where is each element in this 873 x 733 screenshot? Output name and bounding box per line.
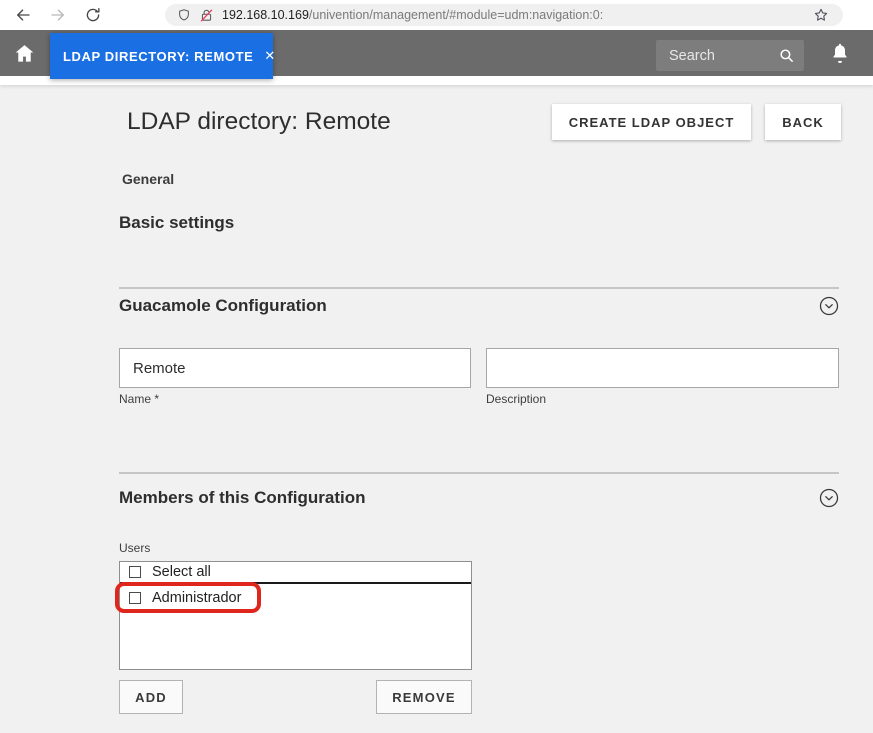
search-icon[interactable] [778,47,795,64]
module-page: LDAP directory: Remote CREATE LDAP OBJEC… [0,76,873,733]
name-field-label: Name * [119,392,159,406]
tab-label: LDAP DIRECTORY: REMOTE [63,49,253,64]
back-button[interactable]: BACK [765,104,841,140]
home-icon [13,42,36,65]
address-bar[interactable]: 192.168.10.169/univention/management/#mo… [165,4,843,26]
page-title: LDAP directory: Remote [127,108,391,136]
select-all-checkbox[interactable] [129,566,141,578]
tab-ldap-directory-remote[interactable]: LDAP DIRECTORY: REMOTE ✕ [50,33,273,79]
header-search [656,40,804,71]
list-item-label: Administrador [152,590,241,606]
administrador-checkbox[interactable] [129,592,141,604]
list-item-administrador[interactable]: Administrador [120,586,471,609]
select-all-row[interactable]: Select all [120,562,471,584]
description-field[interactable] [486,348,839,388]
tab-close-icon[interactable]: ✕ [264,48,275,64]
name-field[interactable] [119,348,471,388]
collapse-guacamole-chevron-icon[interactable] [818,295,840,317]
insecure-lock-icon[interactable] [199,8,214,23]
screen: 192.168.10.169/univention/management/#mo… [0,0,873,733]
section-divider [119,472,839,474]
umc-header: LDAP DIRECTORY: REMOTE ✕ [0,30,873,76]
add-button[interactable]: ADD [119,680,183,714]
tracking-shield-icon[interactable] [177,8,191,22]
tab-general[interactable]: General [122,171,174,187]
browser-reload-icon[interactable] [84,6,102,24]
create-ldap-object-button[interactable]: CREATE LDAP OBJECT [552,104,751,140]
users-label: Users [119,541,150,555]
description-field-label: Description [486,392,546,406]
search-input[interactable] [669,40,769,71]
url-text: 192.168.10.169/univention/management/#mo… [222,8,603,22]
guacamole-configuration-heading: Guacamole Configuration [119,296,327,316]
url-path: /univention/management/#module=udm:navig… [309,8,603,22]
users-multiselect: Select all Administrador [119,561,472,670]
home-button[interactable] [0,30,49,76]
bookmark-star-icon[interactable] [813,7,829,23]
browser-forward-icon[interactable] [49,6,67,24]
notifications-bell-icon[interactable] [828,41,854,66]
collapse-members-chevron-icon[interactable] [818,487,840,509]
browser-toolbar: 192.168.10.169/univention/management/#mo… [0,0,873,30]
browser-back-icon[interactable] [14,6,32,24]
section-divider [119,287,839,289]
basic-settings-heading: Basic settings [119,213,234,233]
members-configuration-heading: Members of this Configuration [119,488,366,508]
url-host: 192.168.10.169 [222,8,309,22]
select-all-label: Select all [152,564,211,580]
remove-button[interactable]: REMOVE [376,680,472,714]
